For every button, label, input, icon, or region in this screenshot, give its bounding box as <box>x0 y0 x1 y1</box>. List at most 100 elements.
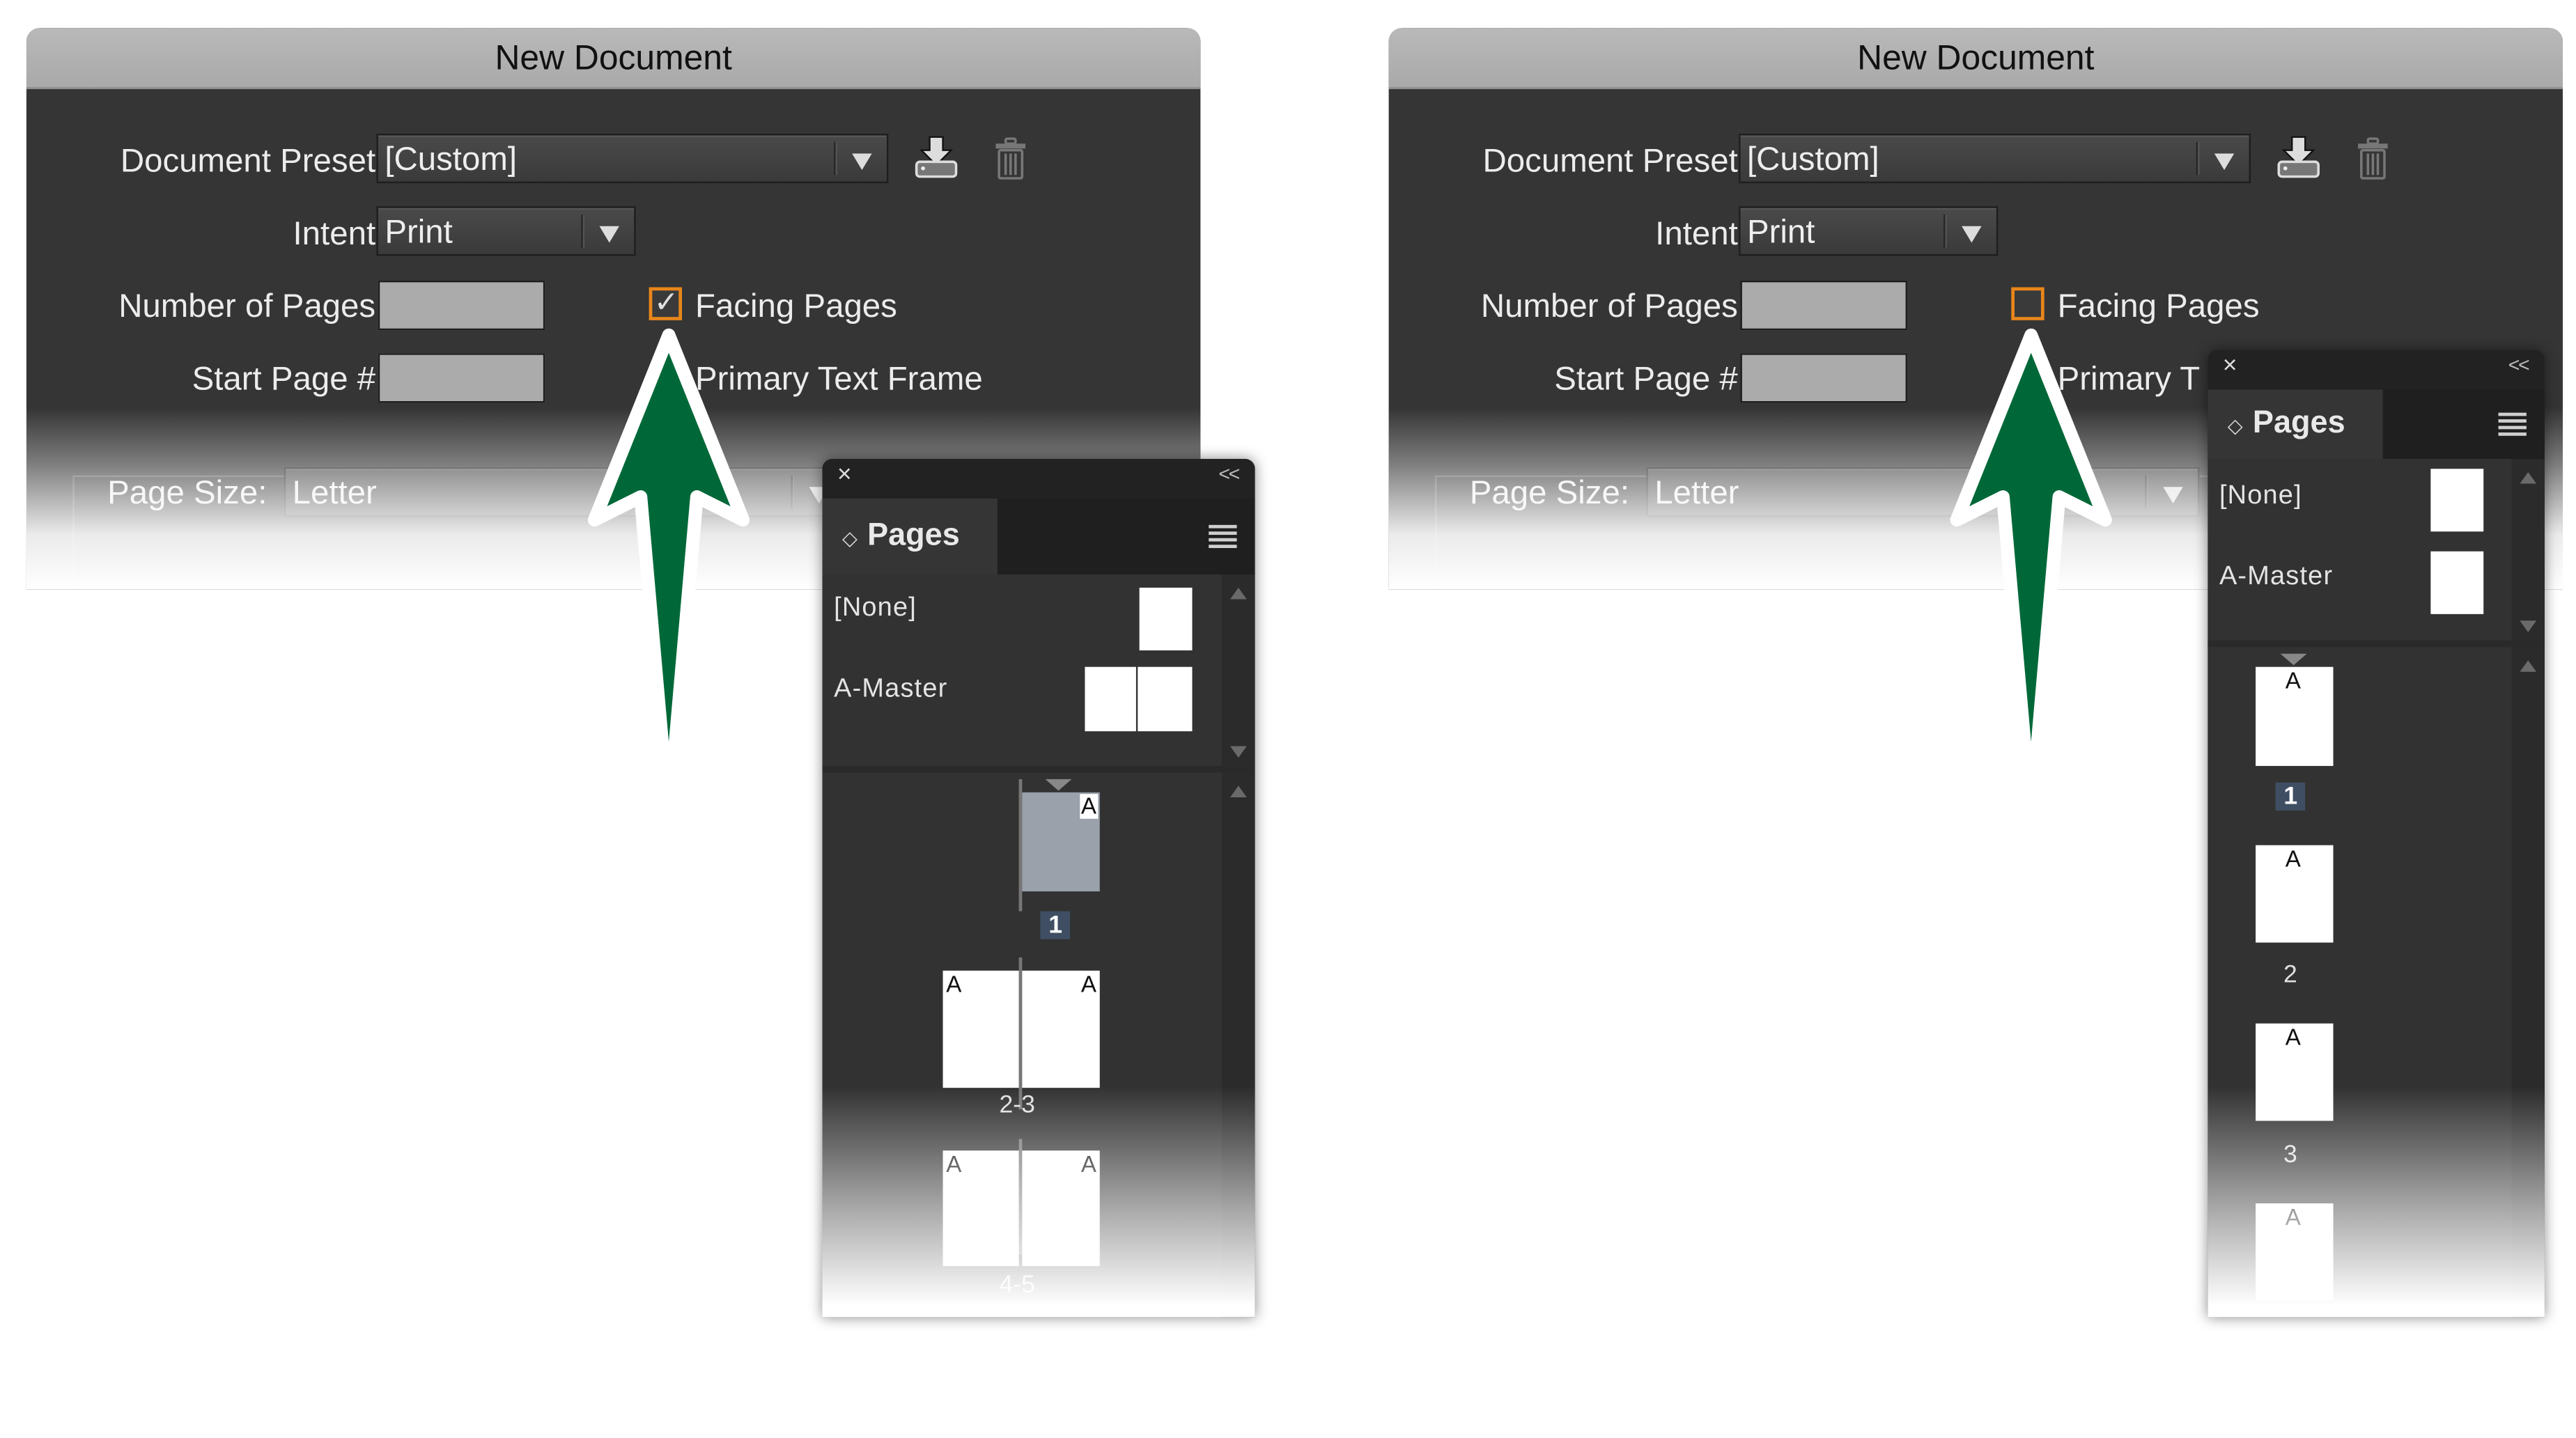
start-page-input[interactable] <box>378 353 545 403</box>
master-thumb-none[interactable] <box>1139 587 1193 650</box>
master-item-none[interactable]: [None] <box>2219 482 2302 512</box>
master-letter: A <box>1079 793 1099 819</box>
collapse-icon[interactable]: << <box>1218 462 1240 485</box>
page-size-label: Page Size: <box>1469 475 1630 512</box>
select-divider <box>1943 214 1947 248</box>
page-label-selected[interactable]: 1 <box>2275 782 2306 811</box>
master-item-a-master[interactable]: A-Master <box>2219 563 2333 593</box>
tab-pages-label: Pages <box>867 518 960 554</box>
scroll-up-icon[interactable] <box>1230 587 1247 600</box>
master-letter: A <box>2283 1204 2303 1230</box>
pages-scrollbar[interactable] <box>1222 772 1255 1318</box>
chevron-down-icon <box>599 226 619 243</box>
page-thumb-3[interactable]: A <box>2256 1023 2334 1121</box>
dialog-title: New Document <box>1388 28 2563 90</box>
chevron-down-icon <box>852 153 872 171</box>
facing-pages-checkbox[interactable]: ✓ <box>649 286 683 320</box>
document-preset-label: Document Preset: <box>120 143 385 180</box>
master-thumb-none[interactable] <box>2430 469 2484 532</box>
tab-pages-label: Pages <box>2252 406 2345 441</box>
intent-value: Print <box>1746 214 1815 251</box>
insert-marker-icon <box>1045 779 1072 791</box>
scroll-up-icon[interactable] <box>2520 660 2537 672</box>
master-item-none[interactable]: [None] <box>834 594 917 624</box>
document-preset-value: [Custom] <box>1746 141 1879 179</box>
dialog-title: New Document <box>26 28 1201 90</box>
page-thumb-3[interactable]: A <box>1022 970 1100 1088</box>
document-preset-label: Document Preset: <box>1482 143 1747 180</box>
number-of-pages-label: Number of Pages: <box>118 288 385 325</box>
select-divider <box>791 475 795 509</box>
trash-icon[interactable] <box>993 137 1029 180</box>
pages-panel-facing-off: × << ◇ Pages [None] A-Master A 1 A 2 A 3… <box>2208 350 2545 1318</box>
page-label[interactable]: 2-3 <box>984 1091 1050 1119</box>
master-item-a-master[interactable]: A-Master <box>834 675 947 705</box>
scroll-down-icon[interactable] <box>2520 620 2537 632</box>
insert-marker-icon <box>2280 653 2307 666</box>
master-letter: A <box>2283 668 2303 694</box>
start-page-label: Start Page #: <box>192 361 385 398</box>
master-letter: A <box>1079 971 1099 997</box>
expand-collapse-icon: ◇ <box>2227 414 2243 438</box>
facing-pages-checkbox[interactable] <box>2011 287 2044 320</box>
scroll-down-icon[interactable] <box>1230 746 1247 758</box>
page-thumb-2[interactable]: A <box>2256 845 2334 943</box>
page-thumb-5[interactable]: A <box>1022 1150 1100 1267</box>
panel-tab-row: ◇ Pages <box>2208 389 2545 459</box>
master-letter: A <box>944 971 963 997</box>
intent-select[interactable]: Print <box>376 206 636 256</box>
scroll-up-icon[interactable] <box>1230 786 1247 797</box>
chevron-down-icon <box>1962 226 1982 243</box>
masters-scrollbar[interactable] <box>2511 458 2545 641</box>
start-page-input[interactable] <box>1740 353 1907 403</box>
trash-icon[interactable] <box>2354 137 2391 180</box>
page-label[interactable]: 3 <box>2257 1141 2323 1169</box>
collapse-icon[interactable]: << <box>2508 353 2530 376</box>
masters-section: [None] A-Master <box>822 574 1255 773</box>
save-preset-icon[interactable] <box>913 134 959 180</box>
page-size-label: Page Size: <box>107 475 267 512</box>
close-icon[interactable]: × <box>2223 352 2237 380</box>
panel-menu-icon[interactable] <box>1209 524 1237 552</box>
page-thumb-4[interactable]: A <box>2256 1203 2334 1301</box>
page-size-value: Letter <box>1654 475 1739 512</box>
scroll-up-icon[interactable] <box>2520 471 2537 484</box>
comparison-figure: New Document Document Preset: [Custom] I… <box>0 0 2576 1438</box>
number-of-pages-input[interactable] <box>378 280 545 331</box>
number-of-pages-label: Number of Pages: <box>1480 288 1747 325</box>
select-divider <box>834 141 837 175</box>
close-icon[interactable]: × <box>837 460 852 488</box>
document-preset-select[interactable]: [Custom] <box>1739 134 2251 184</box>
chevron-down-icon <box>2163 487 2183 504</box>
panel-header: × << <box>2208 350 2545 390</box>
page-thumb-4[interactable]: A <box>942 1150 1019 1267</box>
start-page-label: Start Page #: <box>1554 361 1747 398</box>
page-thumb-2[interactable]: A <box>942 970 1019 1088</box>
facing-pages-label[interactable]: Facing Pages <box>2058 289 2260 327</box>
save-preset-icon[interactable] <box>2276 134 2322 180</box>
tab-pages[interactable]: ◇ Pages <box>822 498 998 575</box>
facing-pages-label[interactable]: Facing Pages <box>695 289 897 327</box>
select-divider <box>2145 475 2149 509</box>
chevron-down-icon <box>2214 153 2235 171</box>
master-thumb-a-left[interactable] <box>1085 666 1136 732</box>
document-preset-select[interactable]: [Custom] <box>376 134 889 184</box>
master-letter: A <box>944 1151 963 1178</box>
page-label[interactable]: 4-5 <box>984 1271 1050 1299</box>
page-label-selected[interactable]: 1 <box>1040 911 1071 939</box>
intent-label: Intent: <box>293 216 385 253</box>
master-thumb-a-right[interactable] <box>1138 666 1193 732</box>
panel-menu-icon[interactable] <box>2498 412 2527 439</box>
page-label[interactable]: 2 <box>2257 961 2323 989</box>
masters-scrollbar[interactable] <box>1222 574 1255 766</box>
master-thumb-a[interactable] <box>2430 551 2484 614</box>
page-thumb-1[interactable]: A <box>1022 792 1100 892</box>
page-thumb-1[interactable]: A <box>2256 666 2334 766</box>
intent-select[interactable]: Print <box>1739 206 1999 256</box>
panel-header: × << <box>822 458 1255 499</box>
master-letter: A <box>2283 846 2303 872</box>
up-arrow-icon <box>587 328 750 768</box>
tab-pages[interactable]: ◇ Pages <box>2208 389 2383 459</box>
number-of-pages-input[interactable] <box>1740 280 1907 331</box>
pages-scrollbar[interactable] <box>2511 647 2545 1318</box>
